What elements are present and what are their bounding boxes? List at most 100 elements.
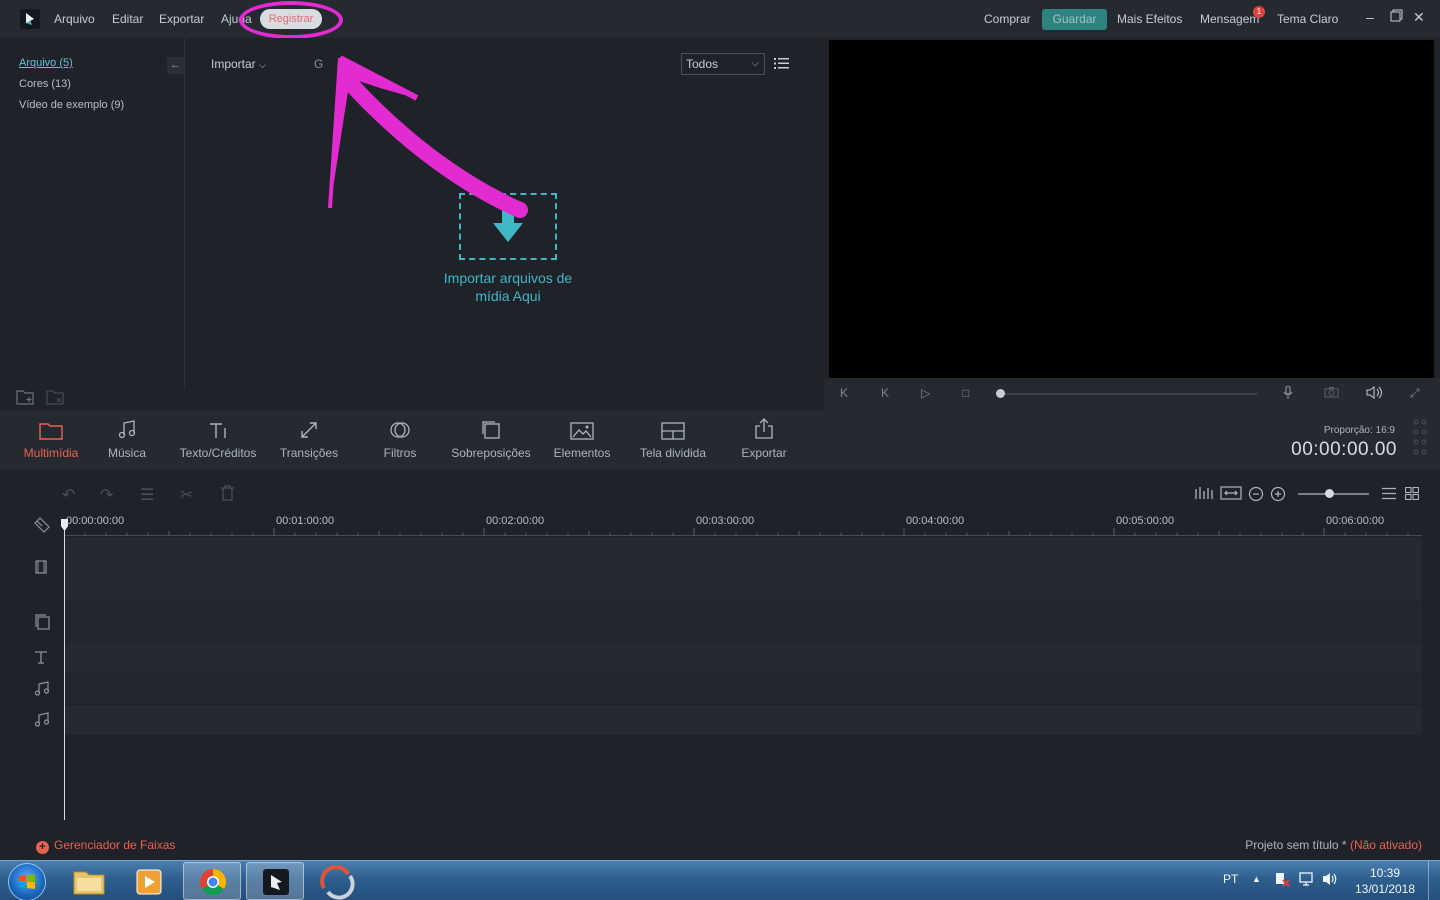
- timeline-ruler[interactable]: 00:00:00:00 00:01:00:00 00:02:00:00 00:0…: [64, 515, 1422, 536]
- snapshot-icon[interactable]: [1324, 386, 1339, 401]
- taskbar-filmora[interactable]: [246, 862, 304, 900]
- stop-icon[interactable]: □: [962, 386, 969, 400]
- tab-elementos[interactable]: Elementos: [552, 410, 612, 470]
- menu-arquivo[interactable]: Arquivo: [54, 12, 95, 26]
- tab-filtros[interactable]: Filtros: [378, 410, 422, 470]
- buy-link[interactable]: Comprar: [984, 12, 1031, 26]
- transition-icon: [279, 410, 339, 440]
- track-manager-button[interactable]: + Gerenciador de Faixas: [36, 838, 175, 854]
- add-folder-icon[interactable]: [16, 388, 36, 409]
- adjust-icon[interactable]: ☰: [140, 485, 154, 505]
- tab-label: Música: [107, 446, 146, 460]
- close-icon[interactable]: ✕: [1413, 9, 1425, 26]
- tab-transicoes[interactable]: Transições: [279, 410, 339, 470]
- show-hidden-icons-icon[interactable]: ▲: [1252, 874, 1261, 884]
- delete-icon[interactable]: [220, 485, 235, 506]
- library-item-cores[interactable]: Cores (13): [19, 78, 71, 90]
- message-count-badge: 1: [1253, 6, 1265, 18]
- media-toolbar: Multimídia Música Texto/Créditos Transiç…: [0, 410, 1440, 470]
- timeline-zoom-knob[interactable]: [1325, 489, 1334, 498]
- snap-icon[interactable]: [33, 516, 51, 537]
- list-view-icon[interactable]: [774, 57, 789, 73]
- fullscreen-icon[interactable]: ⤢: [1410, 386, 1420, 401]
- taskbar-media-player[interactable]: [120, 862, 178, 900]
- video-preview[interactable]: [829, 40, 1434, 378]
- tab-label: Transições: [279, 446, 339, 460]
- filmora-icon: [263, 869, 289, 895]
- messages-link[interactable]: Mensagem: [1200, 12, 1259, 26]
- tab-label: Sobreposições: [451, 446, 531, 460]
- redo-icon[interactable]: ↷: [100, 485, 113, 505]
- pip-track[interactable]: [64, 602, 1422, 642]
- undo-icon[interactable]: ↶: [62, 485, 75, 505]
- app-refresh-icon: [320, 865, 355, 900]
- cut-icon[interactable]: ✂: [180, 485, 193, 505]
- tab-sobreposicoes[interactable]: Sobreposições: [450, 410, 532, 470]
- tab-tela-dividida[interactable]: Tela dividida: [638, 410, 708, 470]
- save-button[interactable]: Guardar: [1042, 9, 1107, 30]
- fit-timeline-icon[interactable]: [1220, 486, 1242, 503]
- taskbar-app-5[interactable]: [308, 862, 366, 900]
- minimize-icon[interactable]: –: [1366, 9, 1374, 25]
- audio-track-2[interactable]: [64, 705, 1422, 735]
- library-item-arquivo[interactable]: Arquivo (5): [19, 57, 73, 69]
- start-button[interactable]: [8, 863, 46, 900]
- show-desktop-button[interactable]: [1428, 861, 1440, 900]
- preview-timecode: 00:00:00.00: [1291, 439, 1397, 460]
- previous-frame-icon[interactable]: K: [840, 386, 848, 400]
- list-view-icon[interactable]: [1382, 487, 1396, 503]
- audio-mixer-icon[interactable]: [1194, 486, 1216, 503]
- preview-progress-knob[interactable]: [996, 389, 1005, 398]
- ruler-label: 00:00:00:00: [66, 515, 125, 527]
- image-icon: [552, 410, 612, 440]
- register-button[interactable]: Registrar: [260, 9, 322, 29]
- preview-progress-track[interactable]: [1000, 393, 1257, 395]
- clock-time[interactable]: 10:39: [1368, 866, 1402, 880]
- drop-text-line-2: mídia Aqui: [475, 288, 541, 304]
- playhead-line[interactable]: [64, 522, 65, 820]
- maximize-icon[interactable]: [1390, 9, 1403, 25]
- microphone-icon[interactable]: [1283, 385, 1293, 403]
- zoom-out-icon[interactable]: [1248, 486, 1264, 505]
- filter-select[interactable]: Todos ⌵: [681, 53, 765, 75]
- next-frame-icon[interactable]: K: [881, 386, 889, 400]
- collapse-sidebar-button[interactable]: ←: [167, 57, 184, 74]
- tab-multimidia[interactable]: Multimídia: [20, 410, 82, 470]
- zoom-in-icon[interactable]: [1270, 486, 1286, 505]
- play-icon[interactable]: ▷: [921, 386, 930, 400]
- language-indicator[interactable]: PT: [1223, 872, 1238, 886]
- menu-editar[interactable]: Editar: [112, 12, 143, 26]
- taskbar-explorer[interactable]: [60, 862, 118, 900]
- import-dropdown[interactable]: Importar ⌵: [211, 57, 266, 71]
- tab-texto-creditos[interactable]: Texto/Créditos: [176, 410, 260, 470]
- more-effects-link[interactable]: Mais Efeitos: [1117, 12, 1182, 26]
- ruler-label: 00:04:00:00: [906, 515, 965, 527]
- project-name: Projeto sem título *: [1245, 838, 1347, 852]
- action-center-icon[interactable]: [1274, 871, 1290, 890]
- tab-musica[interactable]: Música: [104, 410, 150, 470]
- theme-toggle[interactable]: Tema Claro: [1277, 12, 1338, 26]
- aspect-ratio-label: Proporção: 16:9: [1323, 425, 1395, 436]
- text-track[interactable]: [64, 643, 1422, 673]
- network-icon[interactable]: [1298, 871, 1314, 890]
- drag-handle-icon[interactable]: [1413, 419, 1427, 462]
- volume-icon[interactable]: [1366, 386, 1384, 402]
- track-manager-label: Gerenciador de Faixas: [54, 838, 176, 852]
- text-track-icon: [34, 650, 48, 667]
- taskbar-chrome[interactable]: [183, 862, 241, 900]
- chevron-down-icon: ⌵: [259, 60, 266, 70]
- clock-date[interactable]: 13/01/2018: [1354, 882, 1416, 896]
- volume-icon[interactable]: [1322, 871, 1338, 890]
- menu-exportar[interactable]: Exportar: [159, 12, 204, 26]
- library-item-video-exemplo[interactable]: Vídeo de exemplo (9): [19, 99, 124, 111]
- text-icon: [176, 410, 260, 440]
- grid-view-icon[interactable]: [1404, 486, 1420, 503]
- menu-ajuda[interactable]: Ajuda: [221, 12, 252, 26]
- windows-logo-icon: [19, 874, 35, 889]
- video-track[interactable]: [64, 537, 1422, 601]
- folder-icon: [20, 410, 82, 440]
- audio-track-1[interactable]: [64, 674, 1422, 704]
- plus-circle-icon: +: [36, 841, 49, 854]
- tab-exportar[interactable]: Exportar: [738, 410, 790, 470]
- remove-folder-icon[interactable]: [46, 388, 66, 409]
